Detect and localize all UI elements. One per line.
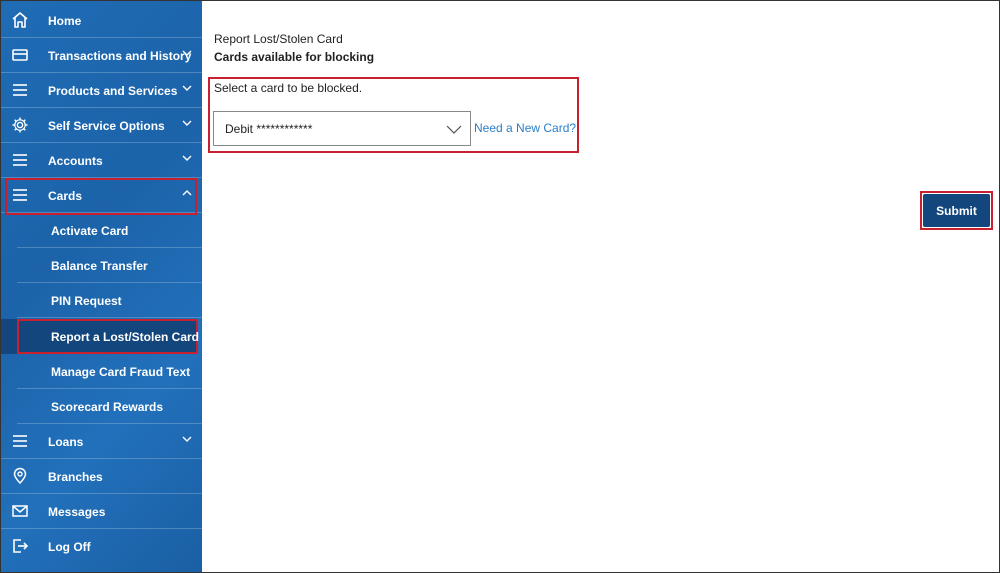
cards-highlight-outline: [5, 178, 197, 215]
card-icon: [11, 46, 29, 64]
active-item-strip: [1, 319, 17, 354]
submit-button[interactable]: Submit: [923, 194, 990, 227]
sidebar-subitem-label: Scorecard Rewards: [51, 400, 164, 414]
need-new-card-link[interactable]: Need a New Card?: [474, 121, 576, 135]
sidebar-item-label: Transactions and History: [48, 49, 192, 63]
chevron-down-icon: [182, 153, 192, 163]
sidebar-subitem-label: PIN Request: [51, 294, 122, 308]
sidebar-subitem-pin-request[interactable]: PIN Request: [17, 283, 202, 318]
sidebar-item-label: Home: [48, 14, 82, 28]
sidebar-item-label: Log Off: [48, 540, 91, 554]
menu-icon: [11, 432, 29, 450]
page-title: Report Lost/Stolen Card: [214, 32, 343, 46]
location-pin-icon: [11, 467, 29, 485]
sidebar-item-log-off[interactable]: Log Off: [1, 529, 202, 564]
chevron-down-icon: [182, 48, 192, 58]
sidebar-subitem-label: Activate Card: [51, 224, 129, 238]
sidebar-subitem-manage-fraud-text[interactable]: Manage Card Fraud Text: [17, 354, 202, 389]
selected-card-value: Debit ************: [225, 122, 313, 136]
sidebar-subitem-activate-card[interactable]: Activate Card: [17, 213, 202, 248]
sidebar-subitem-scorecard-rewards[interactable]: Scorecard Rewards: [17, 389, 202, 424]
sidebar-item-transactions[interactable]: Transactions and History: [1, 38, 202, 73]
home-icon: [11, 11, 29, 29]
sidebar-item-home[interactable]: Home: [1, 3, 202, 38]
chevron-down-icon: [182, 118, 192, 128]
logout-icon: [11, 537, 29, 555]
chevron-down-icon: [182, 83, 192, 93]
sidebar-subitem-label: Manage Card Fraud Text: [51, 365, 191, 379]
sidebar-item-messages[interactable]: Messages: [1, 494, 202, 529]
sidebar-item-label: Loans: [48, 435, 84, 449]
sidebar-item-loans[interactable]: Loans: [1, 424, 202, 459]
sidebar-subitem-label: Report a Lost/Stolen Card: [51, 330, 200, 344]
sidebar-item-label: Messages: [48, 505, 106, 519]
card-select-dropdown[interactable]: Debit ************: [213, 111, 471, 146]
sidebar: Home Transactions and History Products a…: [1, 1, 202, 572]
section-subtitle: Cards available for blocking: [214, 50, 375, 64]
sidebar-subitem-balance-transfer[interactable]: Balance Transfer: [17, 248, 202, 283]
app-frame: Home Transactions and History Products a…: [0, 0, 1000, 573]
sidebar-item-label: Accounts: [48, 154, 103, 168]
sidebar-item-self-service[interactable]: Self Service Options: [1, 108, 202, 143]
card-select-label: Select a card to be blocked.: [214, 81, 363, 95]
gear-icon: [11, 116, 29, 134]
menu-icon: [11, 81, 29, 99]
menu-icon: [11, 151, 29, 169]
sidebar-item-label: Self Service Options: [48, 119, 165, 133]
sidebar-item-accounts[interactable]: Accounts: [1, 143, 202, 178]
sidebar-item-label: Branches: [48, 470, 103, 484]
chevron-down-icon: [446, 123, 462, 135]
envelope-icon: [11, 502, 29, 520]
sidebar-subitem-label: Balance Transfer: [51, 259, 148, 273]
sidebar-item-products[interactable]: Products and Services: [1, 73, 202, 108]
sidebar-item-branches[interactable]: Branches: [1, 459, 202, 494]
sidebar-item-label: Products and Services: [48, 84, 178, 98]
sidebar-subitem-report-lost-stolen[interactable]: Report a Lost/Stolen Card: [17, 319, 200, 354]
chevron-down-icon: [182, 434, 192, 444]
